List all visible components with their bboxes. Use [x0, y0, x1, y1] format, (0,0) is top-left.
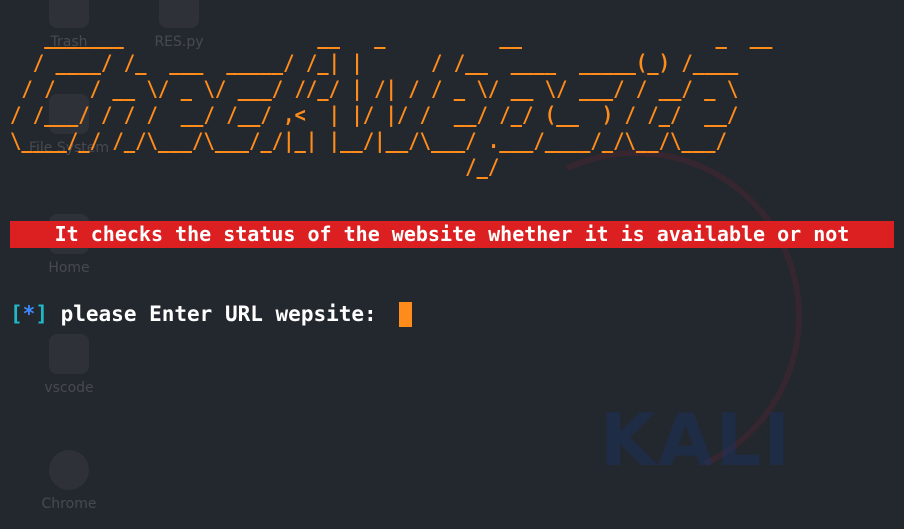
banner-line: /_/ — [10, 155, 500, 179]
prompt-text: please Enter URL wepsite: — [47, 302, 390, 326]
description-banner: It checks the status of the website whet… — [10, 221, 894, 248]
banner-line: \____/_/ /_/\___/\___/_/|_| |__/|__/\___… — [10, 129, 727, 153]
banner-line: / / / __ \/ _ \/ ___/ //_/ | /| / / _ \/… — [10, 77, 739, 101]
text-cursor[interactable] — [399, 301, 413, 327]
url-prompt-line[interactable]: [*] please Enter URL wepsite: — [10, 300, 413, 328]
prompt-star: * — [22, 302, 36, 326]
banner-line: / ____/ /_ ___ _____/ /_| | / /__ ____ _… — [10, 51, 739, 75]
prompt-close-bracket: ] — [35, 302, 48, 326]
banner-line: / /___/ / / / __/ /__/ ,< | |/ |/ / __/ … — [10, 103, 739, 127]
prompt-open-bracket: [ — [10, 302, 23, 326]
banner-line: _______ __ _ __ _ __ — [10, 25, 773, 49]
terminal-window[interactable]: _______ __ _ __ _ __ / ____/ /_ ___ ____… — [0, 0, 904, 509]
ascii-art-banner: _______ __ _ __ _ __ / ____/ /_ ___ ____… — [10, 24, 772, 180]
